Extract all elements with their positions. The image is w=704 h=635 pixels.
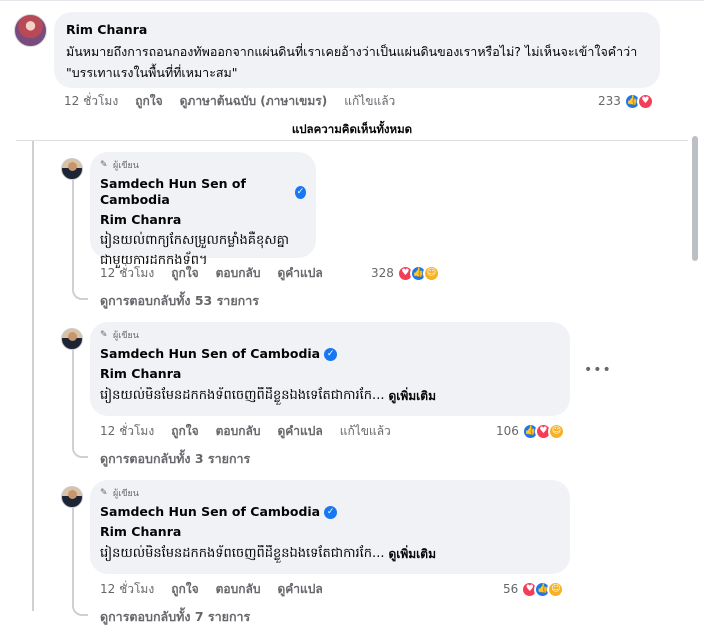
reaction-count: 56	[503, 582, 519, 596]
reply-text-line: រៀនយល់មិនមែនដកកងទ័ពចេញពីដីខ្លួនឯងទេតែជាក…	[100, 387, 560, 405]
author-badge: ✎ ผู้เขียน	[100, 159, 306, 171]
see-more-button[interactable]: ดูเพิ่มเติม	[388, 387, 436, 405]
translate-all-button[interactable]: แปลความคิดเห็นทั้งหมด	[0, 118, 704, 140]
comment-author[interactable]: Rim Chanra	[66, 22, 648, 38]
comment-bubble: Rim Chanra มันหมายถึงการถอนกองทัพออกจากแ…	[54, 12, 660, 88]
reaction-summary[interactable]: 56 ♥ 👍 ☺	[503, 580, 565, 598]
mention[interactable]: Rim Chanra	[100, 212, 306, 228]
reply-actions: 12 ชั่วโมง ถูกใจ ตอบกลับ ดูคำแปล	[100, 580, 340, 598]
author-badge-label: ผู้เขียน	[113, 161, 139, 171]
author-badge-label: ผู้เขียน	[113, 489, 139, 499]
reply-author[interactable]: Samdech Hun Sen of Cambodia ✓	[100, 176, 306, 208]
reply-bubble: ✎ ผู้เขียน Samdech Hun Sen of Cambodia ✓…	[90, 322, 570, 416]
see-more-button[interactable]: ดูเพิ่มเติม	[388, 545, 436, 563]
reply-time[interactable]: 12 ชั่วโมง	[100, 422, 154, 441]
reply-text: រៀនយល់មិនមែនដកកងទ័ពចេញពីដីខ្លួនឯងទេតែជាក…	[100, 388, 385, 403]
pencil-icon: ✎	[100, 488, 108, 498]
verified-icon: ✓	[324, 347, 338, 361]
mention[interactable]: Rim Chanra	[100, 524, 560, 540]
reply-time[interactable]: 12 ชั่วโมง	[100, 264, 154, 283]
translate-button[interactable]: ดูคำแปล	[277, 580, 322, 599]
reply-text-line: រៀនយល់មិនមែនដកកងទ័ពចេញពីដីខ្លួនឯងទេតែជាក…	[100, 545, 560, 563]
see-original-button[interactable]: ดูภาษาต้นฉบับ (ภาษาเขมร)	[180, 92, 328, 111]
like-button[interactable]: ถูกใจ	[171, 580, 198, 599]
reply-author[interactable]: Samdech Hun Sen of Cambodia ✓	[100, 346, 560, 362]
avatar[interactable]	[61, 328, 83, 350]
care-reaction-icon: ☺	[422, 264, 440, 282]
reply-author-name[interactable]: Samdech Hun Sen of Cambodia	[100, 176, 291, 208]
like-button[interactable]: ถูกใจ	[135, 92, 162, 111]
view-replies-button[interactable]: ดูการตอบกลับทั้ง 3 รายการ	[100, 451, 250, 467]
author-badge: ✎ ผู้เขียน	[100, 329, 560, 341]
reaction-count: 233	[598, 94, 621, 108]
reaction-summary[interactable]: 233 👍 ♥	[598, 92, 654, 110]
reply-button[interactable]: ตอบกลับ	[216, 422, 261, 441]
translate-button[interactable]: ดูคำแปล	[277, 422, 322, 441]
avatar[interactable]	[14, 14, 47, 47]
reaction-count: 106	[496, 424, 519, 438]
mention[interactable]: Rim Chanra	[100, 366, 560, 382]
comment-time[interactable]: 12 ชั่วโมง	[64, 92, 118, 111]
reply-actions: 12 ชั่วโมง ถูกใจ ตอบกลับ ดูคำแปล	[100, 264, 340, 282]
verified-icon: ✓	[324, 505, 338, 519]
reply-author-name[interactable]: Samdech Hun Sen of Cambodia	[100, 346, 320, 362]
top-comment: Rim Chanra มันหมายถึงการถอนกองทัพออกจากแ…	[0, 0, 704, 118]
comment-actions: 12 ชั่วโมง ถูกใจ ดูภาษาต้นฉบับ (ภาษาเขมร…	[64, 92, 412, 110]
translate-button[interactable]: ดูคำแปล	[277, 264, 322, 283]
reaction-summary[interactable]: 328 ♥ 👍 ☺	[371, 264, 440, 282]
comment-text: มันหมายถึงการถอนกองทัพออกจากแผ่นดินที่เร…	[66, 44, 642, 80]
thread-line	[32, 141, 34, 611]
reply-bubble: ✎ ผู้เขียน Samdech Hun Sen of Cambodia ✓…	[90, 480, 570, 574]
reply-time[interactable]: 12 ชั่วโมง	[100, 580, 154, 599]
reaction-count: 328	[371, 266, 394, 280]
author-badge-label: ผู้เขียน	[113, 331, 139, 341]
scrollbar-thumb[interactable]	[692, 136, 698, 261]
reply-button[interactable]: ตอบกลับ	[216, 580, 261, 599]
like-button[interactable]: ถูกใจ	[171, 422, 198, 441]
edited-label: แก้ไขแล้ว	[339, 423, 391, 438]
care-reaction-icon: ☺	[547, 580, 565, 598]
divider	[16, 140, 688, 141]
reply-actions: 12 ชั่วโมง ถูกใจ ตอบกลับ ดูคำแปล แก้ไขแล…	[100, 422, 408, 440]
pencil-icon: ✎	[100, 160, 108, 170]
reply-text: រៀនយល់មិនមែនដកកងទ័ពចេញពីដីខ្លួនឯងទេតែជាក…	[100, 546, 385, 561]
avatar[interactable]	[61, 158, 83, 180]
view-replies-button[interactable]: ดูการตอบกลับทั้ง 53 รายการ	[100, 293, 259, 309]
reply-button[interactable]: ตอบกลับ	[216, 264, 261, 283]
reply-connector	[72, 508, 88, 616]
reaction-summary[interactable]: 106 👍 ♥ ☺	[496, 422, 565, 440]
reply-author[interactable]: Samdech Hun Sen of Cambodia ✓	[100, 504, 560, 520]
more-options-icon[interactable]: •••	[584, 362, 612, 378]
reply-connector	[72, 350, 88, 458]
reply-connector	[72, 180, 88, 300]
like-button[interactable]: ถูกใจ	[171, 264, 198, 283]
love-reaction-icon: ♥	[636, 92, 654, 110]
reply-author-name[interactable]: Samdech Hun Sen of Cambodia	[100, 504, 320, 520]
reply-bubble: ✎ ผู้เขียน Samdech Hun Sen of Cambodia ✓…	[90, 152, 316, 268]
author-badge: ✎ ผู้เขียน	[100, 487, 560, 499]
verified-icon: ✓	[294, 185, 306, 199]
avatar[interactable]	[61, 486, 83, 508]
care-reaction-icon: ☺	[547, 422, 565, 440]
view-replies-button[interactable]: ดูการตอบกลับทั้ง 7 รายการ	[100, 609, 250, 625]
edited-label: แก้ไขแล้ว	[344, 93, 396, 108]
pencil-icon: ✎	[100, 330, 108, 340]
